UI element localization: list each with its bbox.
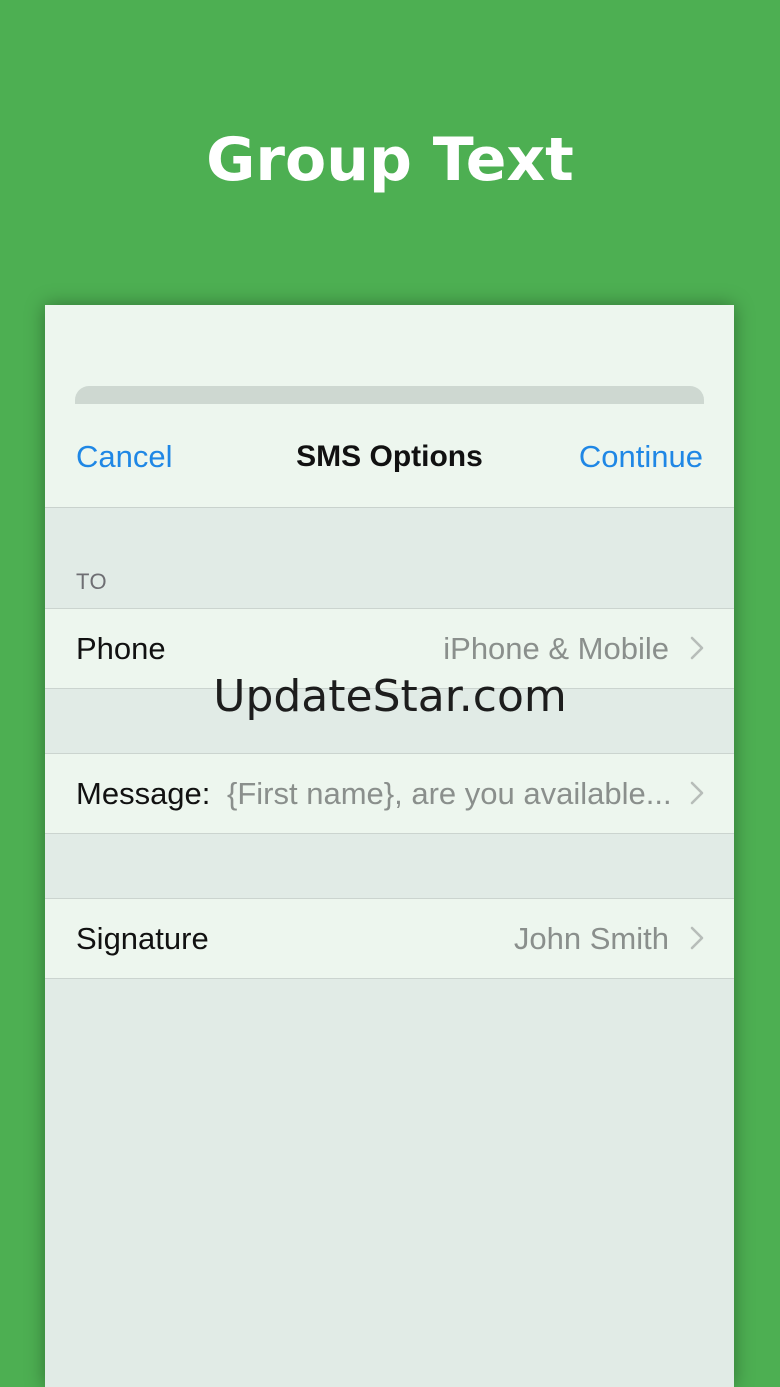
chevron-right-icon — [690, 926, 704, 950]
section-header-to: TO — [76, 569, 108, 594]
signature-value: John Smith — [513, 921, 669, 956]
continue-button[interactable]: Continue — [579, 435, 703, 479]
message-label: Message: — [76, 776, 211, 811]
signature-label: Signature — [76, 921, 209, 956]
sms-options-sheet: Cancel SMS Options Continue TO Phone iPh… — [45, 305, 734, 1387]
signature-row[interactable]: Signature John Smith — [45, 898, 734, 979]
message-row[interactable]: Message: {First name}, are you available… — [45, 753, 734, 834]
chevron-right-icon — [690, 636, 704, 660]
chevron-right-icon — [690, 781, 704, 805]
watermark-text: UpdateStar.com — [213, 671, 567, 722]
promo-title: Group Text — [206, 125, 574, 195]
navigation-bar: Cancel SMS Options Continue — [45, 305, 734, 508]
message-value: {First name}, are you available... — [227, 776, 669, 811]
